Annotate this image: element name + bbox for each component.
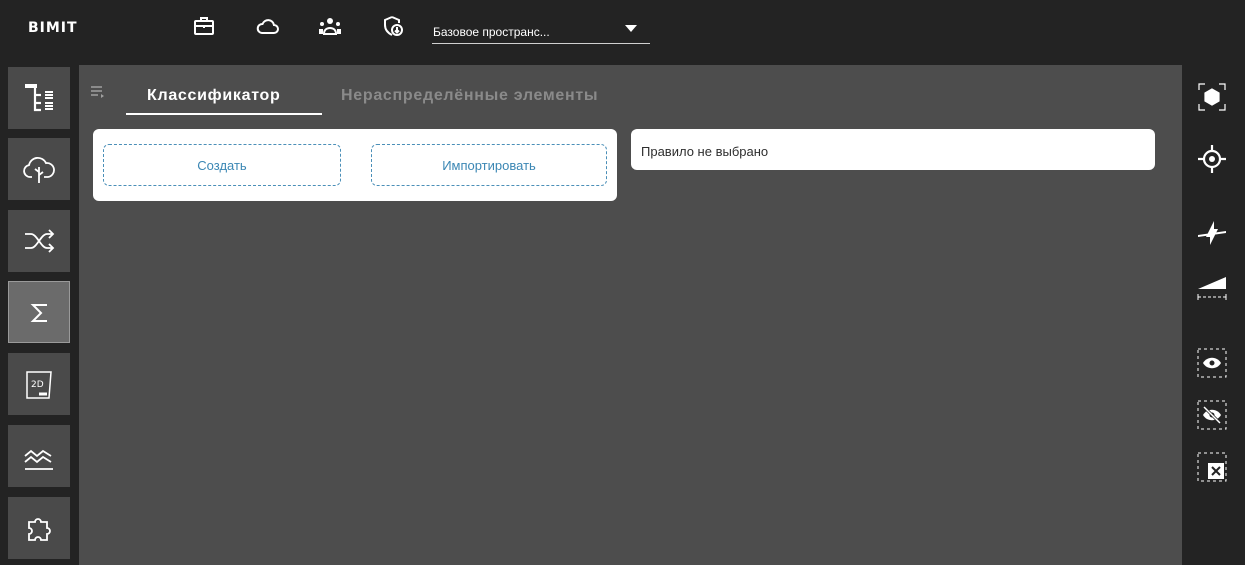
rule-status-box: Правило не выбрано [631,129,1155,170]
shuffle-icon [25,229,55,253]
briefcase-icon[interactable] [192,14,216,38]
import-button[interactable]: Импортировать [371,144,607,186]
target-icon[interactable] [1196,143,1228,175]
sidebar-item-chart-lines[interactable] [8,425,70,487]
sidebar-item-cloud-tree[interactable] [8,138,70,200]
top-bar: BIMIT Базовое пространс... [0,0,1245,53]
classifier-panel: Классификатор Нераспределённые элементы … [79,65,1182,565]
sidebar-item-sum[interactable] [8,281,70,343]
sidebar-item-2d-view[interactable]: 2D [8,353,70,415]
puzzle-icon [28,518,51,541]
show-icon[interactable] [1196,347,1228,379]
space-select-value: Базовое пространс... [433,25,550,39]
sidebar-item-tree-structure[interactable] [8,67,70,129]
cloud-icon[interactable] [256,14,280,38]
app-logo[interactable]: BIMIT [28,20,78,36]
left-sidebar: 2D [0,53,79,565]
ruler-icon[interactable] [1196,271,1228,303]
space-select[interactable]: Базовое пространс... [432,17,650,44]
tree-structure-icon [25,84,53,112]
classifier-actions-card: Создать Импортировать [93,129,617,201]
shield-download-icon[interactable] [381,14,405,38]
tab-classifier[interactable]: Классификатор [147,87,280,105]
sidebar-item-shuffle[interactable] [8,210,70,272]
hide-icon[interactable] [1196,399,1228,431]
rule-status-text: Правило не выбрано [641,144,769,159]
sidebar-item-plugins[interactable] [8,497,70,559]
tab-unassigned-elements[interactable]: Нераспределённые элементы [341,87,598,105]
sigma-icon [30,304,47,322]
create-button[interactable]: Создать [103,144,341,186]
svg-text:2D: 2D [31,380,44,390]
clear-icon[interactable] [1196,451,1228,483]
active-tab-indicator [126,113,322,115]
chart-lines-icon [24,449,53,470]
focus-frame-icon[interactable] [1196,81,1228,113]
2d-sheet-icon: 2D [26,371,52,399]
users-icon[interactable] [318,14,342,38]
section-plane-icon[interactable] [1196,217,1228,249]
right-toolbar [1182,53,1245,565]
collapse-menu-icon[interactable] [90,85,106,99]
cloud-tree-icon [23,157,55,183]
caret-down-icon [625,25,637,32]
